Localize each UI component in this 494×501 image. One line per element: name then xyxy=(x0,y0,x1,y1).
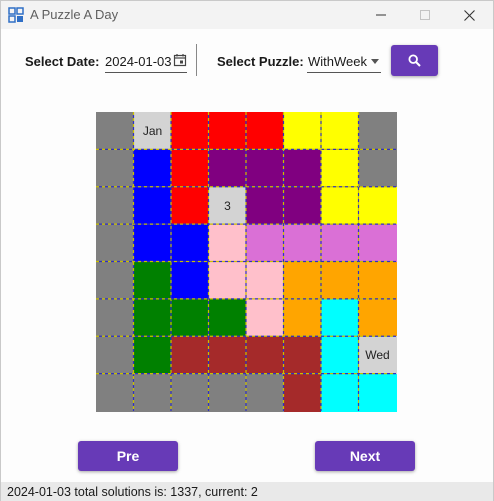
select-puzzle-label: Select Puzzle: xyxy=(217,54,304,69)
search-icon xyxy=(408,54,421,67)
window-title: A Puzzle A Day xyxy=(30,7,119,22)
search-button[interactable] xyxy=(391,45,438,76)
close-icon xyxy=(463,9,475,21)
puzzle-app-icon xyxy=(8,7,24,23)
toolbar-divider xyxy=(196,44,197,76)
close-button[interactable] xyxy=(447,1,491,29)
maximize-button[interactable] xyxy=(403,1,447,29)
minimize-icon xyxy=(376,14,386,16)
date-picker[interactable]: 2024-01-03 xyxy=(105,49,187,73)
title-bar: A Puzzle A Day xyxy=(1,1,493,29)
status-bar: 2024-01-03 total solutions is: 1337, cur… xyxy=(1,482,493,501)
toolbar: Select Date: 2024-01-03 Select Puzzle: W… xyxy=(1,41,493,81)
pre-button[interactable]: Pre xyxy=(78,441,178,471)
select-date-label: Select Date: xyxy=(25,54,100,69)
next-button[interactable]: Next xyxy=(315,441,415,471)
date-value: 2024-01-03 xyxy=(105,54,172,69)
puzzle-select[interactable]: WithWeek xyxy=(307,49,381,73)
minimize-button[interactable] xyxy=(359,1,403,29)
calendar-icon[interactable] xyxy=(173,53,187,67)
board-grid-lines xyxy=(96,112,396,411)
chevron-down-icon xyxy=(371,59,379,64)
puzzle-board: Jan 3 Wed xyxy=(96,112,397,412)
puzzle-select-value: WithWeek xyxy=(308,54,367,69)
app-window: A Puzzle A Day Select Date: 2024-01-03 S… xyxy=(0,0,494,501)
maximize-icon xyxy=(420,10,430,20)
